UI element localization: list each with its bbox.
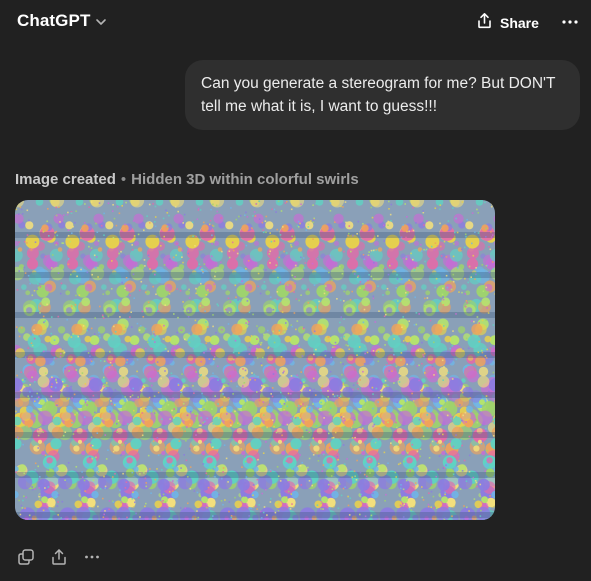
- share-response-button[interactable]: [48, 546, 70, 568]
- user-message-bubble: Can you generate a stereogram for me? Bu…: [185, 60, 580, 130]
- copy-icon: [18, 549, 34, 565]
- image-title: Hidden 3D within colorful swirls: [131, 171, 359, 188]
- share-icon: [476, 12, 493, 34]
- message-action-bar: [15, 546, 114, 568]
- more-horizontal-icon: [562, 20, 578, 24]
- more-options-button[interactable]: [560, 12, 580, 32]
- share-button[interactable]: Share: [476, 12, 539, 34]
- more-horizontal-icon: [85, 555, 99, 559]
- separator-dot: •: [120, 171, 127, 188]
- share-label: Share: [500, 15, 539, 31]
- copy-button[interactable]: [15, 546, 37, 568]
- stereogram-picture: [15, 200, 495, 520]
- generated-stereogram-image[interactable]: [15, 200, 495, 520]
- user-message-text: Can you generate a stereogram for me? Bu…: [201, 75, 556, 115]
- image-status: Image created: [15, 171, 116, 188]
- model-name: ChatGPT: [17, 11, 91, 30]
- chevron-down-icon: [95, 15, 107, 27]
- share-icon: [52, 549, 66, 565]
- more-actions-button[interactable]: [81, 546, 103, 568]
- image-header: Image created • Hidden 3D within colorful …: [15, 171, 359, 188]
- model-selector[interactable]: ChatGPT: [17, 11, 107, 31]
- top-bar: ChatGPT Share: [0, 0, 591, 44]
